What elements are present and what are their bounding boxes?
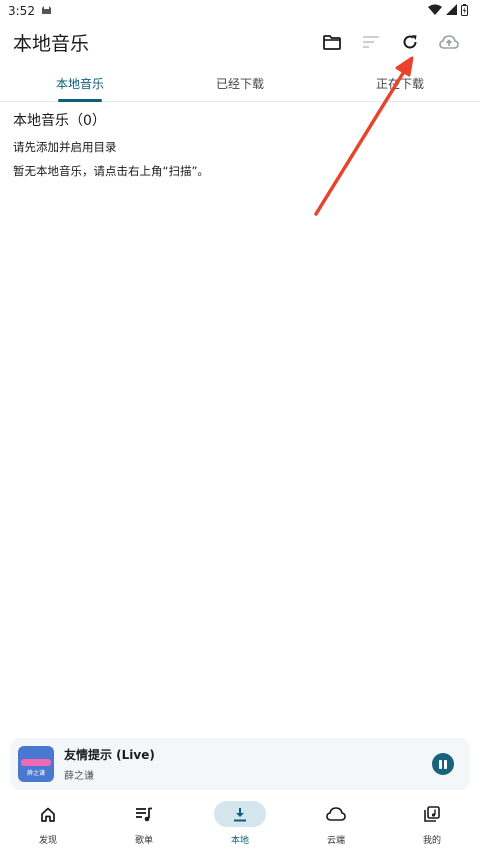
scan-refresh-button[interactable] [390,24,429,60]
track-artist: 薛之谦 [64,771,94,782]
tab-indicator [58,99,102,102]
cloud-icon [326,807,346,821]
bottom-navigation: 发现 歌单 本地 云端 我的 [0,796,480,853]
sort-icon [362,36,379,48]
nav-icon-wrap [118,801,170,827]
cloud-upload-button[interactable] [429,24,468,60]
mini-player[interactable]: 薛之谦 友情提示 (Live) 薛之谦 [10,738,470,790]
pause-button[interactable] [432,753,454,775]
hint-empty-library: 暂无本地音乐，请点击右上角“扫描”。 [13,164,209,178]
nav-icon-wrap [22,801,74,827]
nav-icon-wrap [310,801,362,827]
status-bar: 3:52 [0,0,480,22]
nav-label: 歌单 [134,836,153,846]
library-icon [424,806,440,822]
pause-icon-bar [444,759,447,769]
track-info: 友情提示 (Live) 薛之谦 [64,746,155,782]
playlist-icon [136,807,152,821]
nav-label: 我的 [422,836,441,846]
nav-icon-wrap [214,801,266,827]
cloud-upload-icon [438,35,459,49]
home-icon [41,807,55,822]
tab-bar: 本地音乐 已经下载 正在下载 [0,64,480,102]
nav-local[interactable]: 本地 [192,796,288,853]
battery-icon [461,3,468,19]
nav-mine[interactable]: 我的 [384,796,480,853]
nav-icon-wrap [406,801,458,827]
download-icon [234,807,246,821]
wifi-icon [428,4,442,18]
tab-downloaded[interactable]: 已经下载 [190,64,290,102]
hint-add-directory: 请先添加并启用目录 [13,140,117,154]
folder-button[interactable] [312,24,351,60]
album-cover: 薛之谦 [18,746,54,782]
nav-cloud[interactable]: 云端 [288,796,384,853]
album-cover-art [21,759,51,766]
nav-label: 发现 [38,836,57,846]
notification-icon [41,4,52,18]
page-title: 本地音乐 [13,32,90,55]
nav-discover[interactable]: 发现 [0,796,96,853]
app-actions [312,24,468,60]
sort-button[interactable] [351,24,390,60]
tab-downloading[interactable]: 正在下载 [350,64,450,102]
app-bar: 本地音乐 [0,22,480,62]
section-title: 本地音乐（0） [13,113,106,129]
local-music-content: 本地音乐（0） 请先添加并启用目录 暂无本地音乐，请点击右上角“扫描”。 [13,104,467,179]
refresh-icon [403,35,417,49]
pause-icon [439,759,442,769]
nav-label: 云端 [326,836,345,846]
track-title: 友情提示 (Live) [64,748,155,762]
tab-local-music[interactable]: 本地音乐 [30,64,130,102]
nav-label: 本地 [230,836,249,846]
nav-playlists[interactable]: 歌单 [96,796,192,853]
signal-icon [446,4,457,18]
album-cover-text: 薛之谦 [26,770,45,777]
status-time: 3:52 [8,4,35,18]
folder-icon [322,34,341,50]
